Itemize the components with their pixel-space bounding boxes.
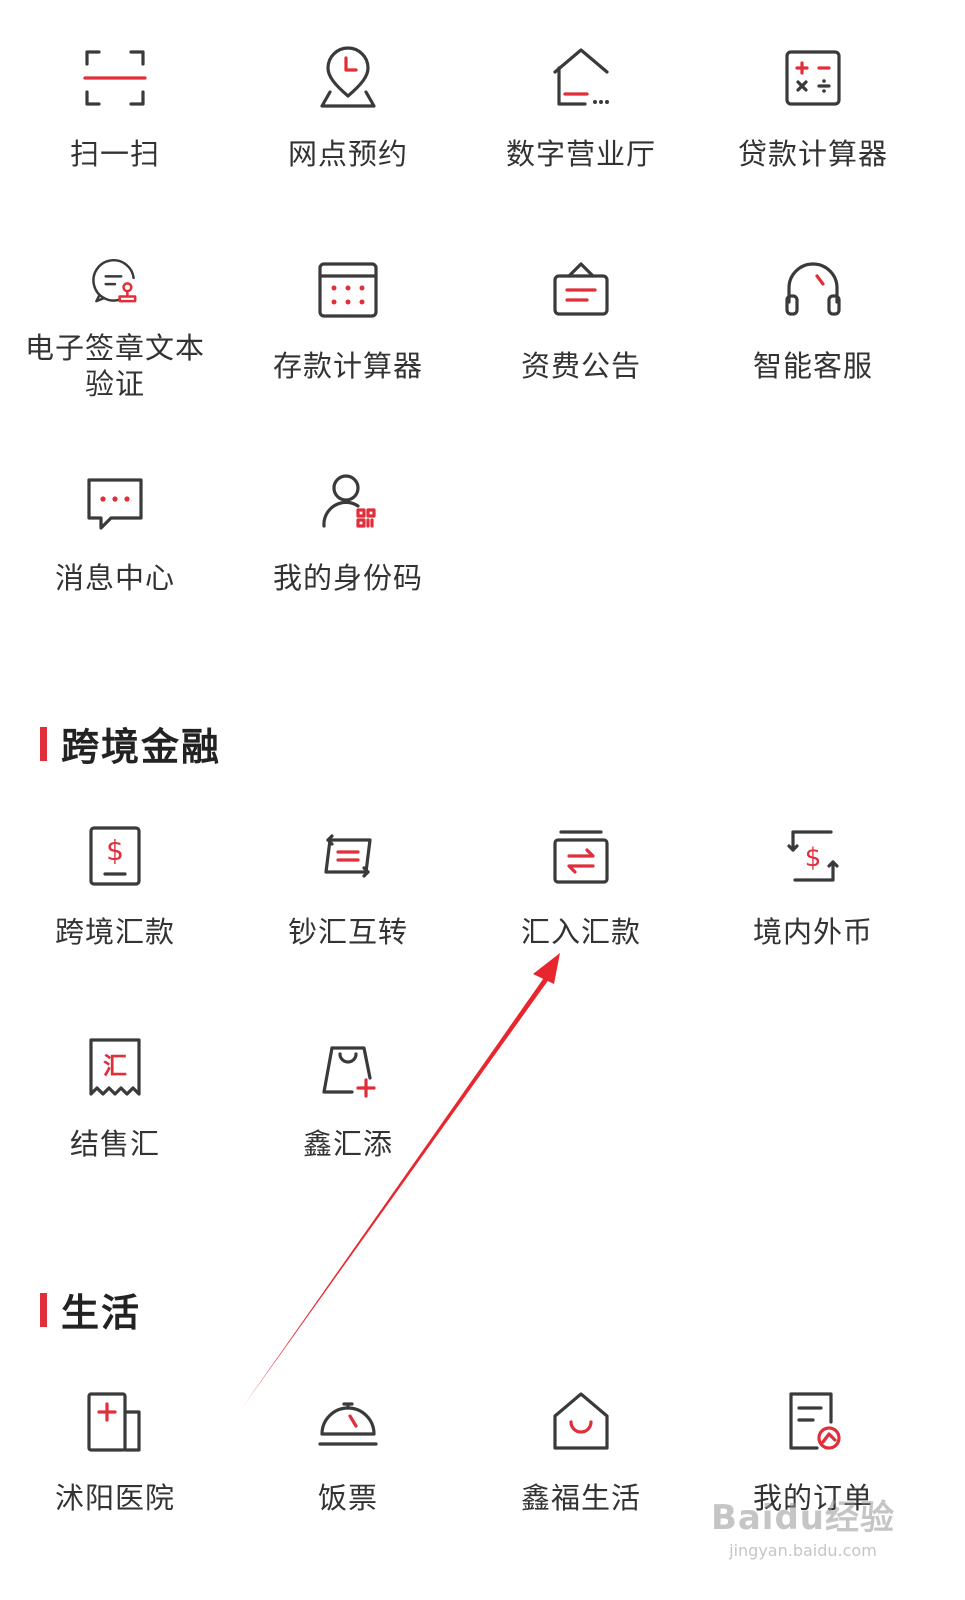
life-shuyang-hospital[interactable]: 沭阳医院 (0, 1354, 230, 1534)
life-xinfu-living[interactable]: 鑫福生活 (466, 1354, 696, 1534)
dollar-refresh-icon: $ (787, 830, 839, 882)
dollar-document-icon: $ (89, 826, 141, 886)
service-my-id-code[interactable]: 我的身份码 (233, 434, 463, 614)
svg-text:$: $ (106, 834, 124, 867)
service-e-signature[interactable]: 电子签章文本验证 (0, 222, 230, 402)
receipt-hui-icon: 汇 (89, 1038, 141, 1096)
cash-exchange-transfer[interactable]: 钞汇互转 (233, 788, 463, 968)
service-fee-notice[interactable]: 资费公告 (466, 222, 696, 402)
foreign-exchange-settlement[interactable]: 汇 结售汇 (0, 1000, 230, 1180)
notice-board-icon (553, 262, 609, 316)
service-label: 消息中心 (54, 561, 175, 595)
service-digital-hall[interactable]: 数字营业厅 (466, 10, 696, 190)
service-label: 沭阳医院 (54, 1481, 175, 1515)
smile-house-icon (553, 1392, 609, 1450)
service-label: 饭票 (317, 1481, 378, 1515)
service-label: 我的身份码 (272, 561, 423, 595)
shopping-bag-plus-icon (322, 1046, 376, 1098)
xinhuitian[interactable]: 鑫汇添 (233, 1000, 463, 1180)
section-cross-border-header: 跨境金融 (40, 716, 221, 771)
baidu-jingyan-watermark: Baidu经验 jingyan.baidu.com (711, 1490, 895, 1560)
document-stamp-icon (92, 258, 137, 303)
domestic-foreign-currency[interactable]: $ 境内外币 (698, 788, 928, 968)
calendar-grid-icon (318, 262, 378, 318)
service-label: 跨境汇款 (54, 915, 175, 949)
service-label: 存款计算器 (272, 349, 423, 383)
service-label: 贷款计算器 (737, 137, 888, 171)
section-accent-bar (40, 726, 47, 761)
service-label: 钞汇互转 (287, 915, 408, 949)
service-label: 扫一扫 (69, 137, 160, 171)
service-label: 网点预约 (287, 137, 408, 171)
user-qrcode-icon (322, 474, 376, 528)
transfer-arrows-icon (553, 830, 609, 884)
service-label: 鑫福生活 (520, 1481, 641, 1515)
message-bubble-icon (87, 478, 143, 530)
inward-remittance[interactable]: 汇入汇款 (466, 788, 696, 968)
service-label: 汇入汇款 (520, 915, 641, 949)
service-label: 结售汇 (69, 1127, 160, 1161)
section-title: 跨境金融 (61, 725, 222, 769)
service-message-center[interactable]: 消息中心 (0, 434, 230, 614)
house-icon (553, 48, 609, 106)
section-accent-bar (40, 1292, 47, 1327)
watermark-brand: Baidu经验 (710, 1498, 895, 1538)
section-life-header: 生活 (40, 1282, 141, 1337)
scan-icon (83, 50, 147, 106)
cross-border-remittance[interactable]: $ 跨境汇款 (0, 788, 230, 968)
service-label: 智能客服 (752, 349, 873, 383)
service-scan[interactable]: 扫一扫 (0, 10, 230, 190)
service-smart-support[interactable]: 智能客服 (698, 222, 928, 402)
service-label: 数字营业厅 (505, 137, 656, 171)
hospital-icon (87, 1392, 141, 1452)
life-meal-ticket[interactable]: 饭票 (233, 1354, 463, 1534)
service-label: 鑫汇添 (302, 1127, 393, 1161)
section-title: 生活 (61, 1291, 142, 1335)
service-branch-booking[interactable]: 网点预约 (233, 10, 463, 190)
svg-text:汇: 汇 (103, 1052, 127, 1080)
service-label: 电子签章文本验证 (24, 331, 205, 401)
service-loan-calculator[interactable]: 贷款计算器 (698, 10, 928, 190)
service-label: 境内外币 (752, 915, 873, 949)
order-document-icon (789, 1392, 841, 1450)
service-deposit-calculator[interactable]: 存款计算器 (233, 222, 463, 402)
svg-text:$: $ (805, 843, 822, 873)
exchange-cycle-icon (324, 834, 372, 878)
service-label: 资费公告 (520, 349, 641, 383)
headset-icon (785, 262, 841, 316)
dining-bell-icon (318, 1402, 378, 1446)
calculator-icon (785, 50, 841, 106)
watermark-url: jingyan.baidu.com (729, 1541, 877, 1560)
location-clock-icon (320, 46, 376, 108)
